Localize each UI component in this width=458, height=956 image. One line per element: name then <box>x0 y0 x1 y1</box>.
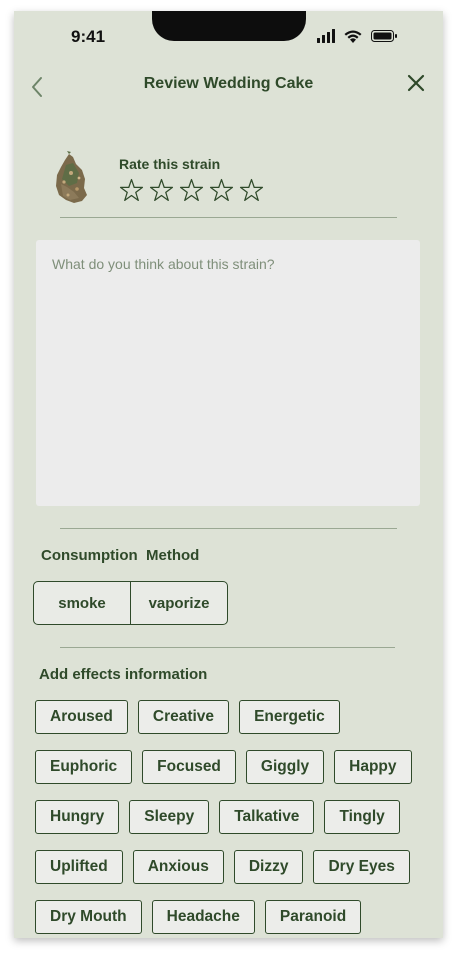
close-icon[interactable] <box>406 73 426 93</box>
divider <box>60 217 397 218</box>
notch <box>152 11 306 41</box>
effect-chip-dry-mouth[interactable]: Dry Mouth <box>35 900 142 934</box>
divider <box>60 647 395 648</box>
page-title: Review Wedding Cake <box>143 75 314 92</box>
effect-chip-tingly[interactable]: Tingly <box>324 800 400 834</box>
effect-chip-dry-eyes[interactable]: Dry Eyes <box>313 850 410 884</box>
chip-row: Hungry Sleepy Talkative Tingly <box>35 800 435 834</box>
chip-row: Uplifted Anxious Dizzy Dry Eyes <box>35 850 435 884</box>
effect-chip-happy[interactable]: Happy <box>334 750 412 784</box>
rate-strain-label: Rate this strain <box>119 156 221 172</box>
effect-chip-energetic[interactable]: Energetic <box>239 700 340 734</box>
effect-chip-dizzy[interactable]: Dizzy <box>233 850 304 884</box>
battery-icon <box>371 30 397 42</box>
review-text-area[interactable] <box>36 240 420 506</box>
consumption-method-selector[interactable]: smoke vaporize <box>33 581 228 625</box>
chip-row: Dry Mouth Headache Paranoid <box>35 900 435 934</box>
consumption-method-label: Consumption Method <box>41 547 200 564</box>
effects-chip-group: Aroused Creative Energetic Euphoric Focused G… <box>35 700 435 938</box>
effect-chip-euphoric[interactable]: Euphoric <box>35 750 133 784</box>
cellular-signal-icon <box>317 29 335 43</box>
effect-chip-creative[interactable]: Creative <box>137 700 230 734</box>
effect-chip-hungry[interactable]: Hungry <box>35 800 120 834</box>
star-icon[interactable] <box>209 178 234 203</box>
chip-row: Euphoric Focused Giggly Happy <box>35 750 435 784</box>
effect-chip-aroused[interactable]: Aroused <box>35 700 128 734</box>
star-icon[interactable] <box>239 178 264 203</box>
review-input[interactable] <box>36 240 420 506</box>
star-icon[interactable] <box>179 178 204 203</box>
vaporize-option[interactable]: vaporize <box>130 582 227 624</box>
star-icon[interactable] <box>119 178 144 203</box>
effect-chip-paranoid[interactable]: Paranoid <box>264 900 362 934</box>
strain-bud-image <box>56 151 87 203</box>
status-time: 9:41 <box>71 27 106 46</box>
effect-chip-talkative[interactable]: Talkative <box>219 800 315 834</box>
wifi-icon <box>344 30 362 43</box>
status-icons <box>317 29 397 43</box>
effect-chip-giggly[interactable]: Giggly <box>245 750 325 784</box>
star-icon[interactable] <box>149 178 174 203</box>
phone-screen: 9:41 Review Wedding Cake Rate this strai… <box>14 11 443 938</box>
effect-chip-sleepy[interactable]: Sleepy <box>129 800 210 834</box>
effect-chip-headache[interactable]: Headache <box>151 900 255 934</box>
star-rating[interactable] <box>119 178 264 203</box>
smoke-option[interactable]: smoke <box>34 582 130 624</box>
chip-row: Aroused Creative Energetic <box>35 700 435 734</box>
effect-chip-anxious[interactable]: Anxious <box>132 850 224 884</box>
effect-chip-focused[interactable]: Focused <box>142 750 236 784</box>
effects-label: Add effects information <box>39 666 208 683</box>
effect-chip-uplifted[interactable]: Uplifted <box>35 850 123 884</box>
divider <box>60 528 397 529</box>
